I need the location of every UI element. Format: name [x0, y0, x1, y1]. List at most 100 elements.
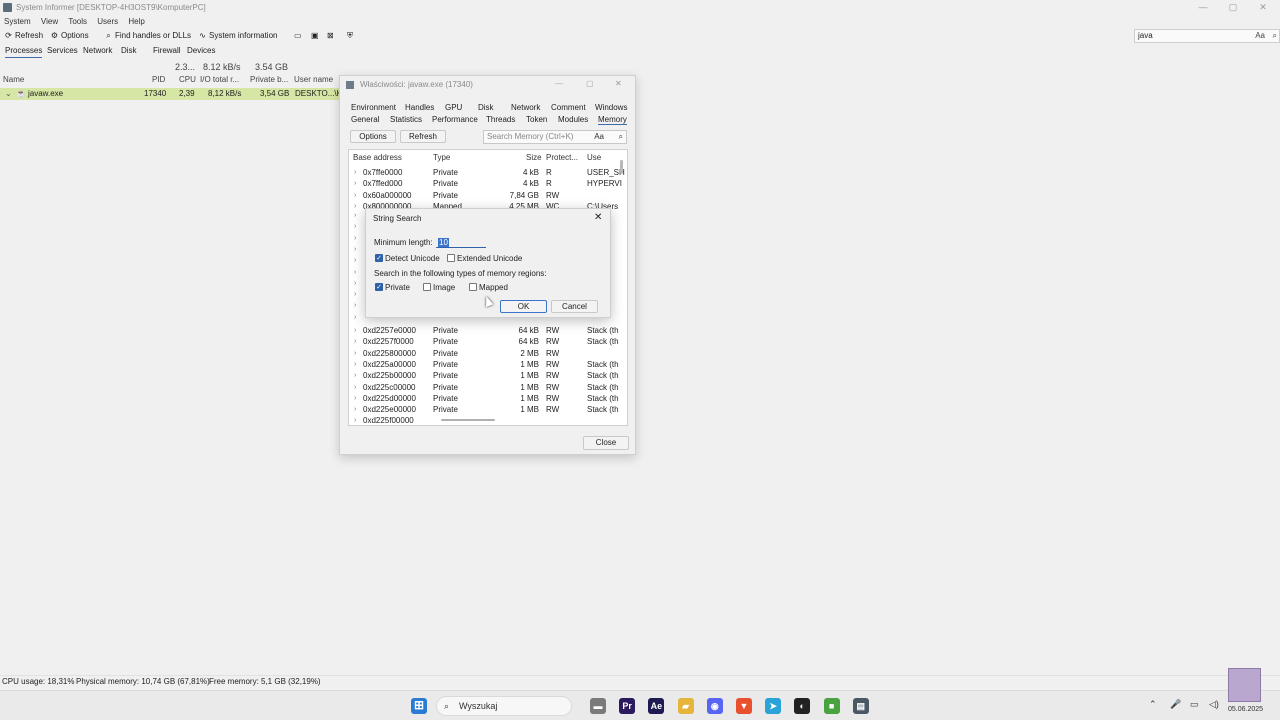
microphone-icon[interactable]: 🎤: [1170, 699, 1181, 710]
private-checkbox[interactable]: ✓: [375, 283, 383, 291]
match-case-toggle[interactable]: Aa: [1255, 30, 1265, 42]
memory-row[interactable]: › 0xd225a00000 Private 1 MB RW Stack (th: [349, 359, 619, 370]
memory-row[interactable]: › 0x7ffed000 Private 4 kB R HYPERVI: [349, 178, 622, 189]
options-button[interactable]: ⚙ Options: [50, 29, 89, 43]
tab-modules[interactable]: Modules: [558, 115, 588, 124]
menu-tools[interactable]: Tools: [64, 15, 91, 28]
ok-button[interactable]: OK: [500, 300, 547, 313]
chevron-right-icon[interactable]: ›: [354, 280, 356, 287]
close-button[interactable]: Close: [583, 436, 629, 450]
chevron-right-icon[interactable]: ›: [354, 404, 356, 415]
app-black-icon[interactable]: ◐: [794, 698, 811, 714]
chevron-right-icon[interactable]: ›: [354, 178, 356, 189]
memory-search-input[interactable]: Search Memory (Ctrl+K) Aa ⌕: [483, 130, 627, 144]
tab-threads[interactable]: Threads: [486, 115, 515, 124]
explorer-icon[interactable]: ▬: [590, 698, 606, 714]
clock-date[interactable]: 05.06.2025: [1228, 706, 1263, 713]
chevron-right-icon[interactable]: ›: [354, 269, 356, 276]
tab-token[interactable]: Token: [526, 115, 547, 124]
refresh-button[interactable]: ⟳ Refresh: [4, 29, 43, 43]
match-case-toggle[interactable]: Aa: [594, 131, 604, 143]
column-pid[interactable]: PID: [152, 75, 165, 84]
tab-disk[interactable]: Disk: [478, 103, 494, 112]
chevron-right-icon[interactable]: ›: [354, 359, 356, 370]
chevron-right-icon[interactable]: ›: [354, 257, 356, 264]
chevron-right-icon[interactable]: ›: [354, 382, 356, 393]
maximize-icon[interactable]: ▢: [1220, 0, 1246, 15]
column-private[interactable]: Private b...: [250, 75, 288, 84]
chevron-right-icon[interactable]: ›: [354, 336, 356, 347]
tab-environment[interactable]: Environment: [351, 103, 396, 112]
taskbar-search[interactable]: ⌕ Wyszukaj: [436, 696, 572, 716]
min-length-input[interactable]: 10: [436, 237, 486, 248]
close-icon[interactable]: ✕: [594, 212, 602, 223]
detect-unicode-checkbox[interactable]: ✓: [375, 254, 383, 262]
tab-gpu[interactable]: GPU: [445, 103, 462, 112]
chevron-right-icon[interactable]: ›: [354, 325, 356, 336]
menu-view[interactable]: View: [37, 15, 62, 28]
memory-row[interactable]: › 0xd225e00000 Private 1 MB RW Stack (th: [349, 404, 619, 415]
column-name[interactable]: Name: [3, 75, 24, 84]
search-icon[interactable]: ⌕: [1273, 30, 1277, 42]
memory-row[interactable]: › 0xd2257e0000 Private 64 kB RW Stack (th: [349, 325, 619, 336]
chevron-right-icon[interactable]: ›: [354, 291, 356, 298]
refresh-button[interactable]: Refresh: [400, 130, 446, 143]
tab-network[interactable]: Network: [83, 45, 112, 57]
memory-row[interactable]: › 0xd2257f0000 Private 64 kB RW Stack (th: [349, 336, 619, 347]
after-effects-icon[interactable]: Ae: [648, 698, 665, 714]
chevron-right-icon[interactable]: ›: [354, 212, 356, 219]
minimize-icon[interactable]: —: [1190, 0, 1216, 15]
tab-windows[interactable]: Windows: [595, 103, 627, 112]
chevron-right-icon[interactable]: ›: [354, 393, 356, 404]
memory-row[interactable]: › 0xd225b00000 Private 1 MB RW Stack (th: [349, 370, 619, 381]
menu-system[interactable]: System: [0, 15, 35, 28]
shield-icon[interactable]: ⛨: [347, 29, 353, 43]
chevron-right-icon[interactable]: ›: [354, 167, 356, 178]
premiere-icon[interactable]: Pr: [619, 698, 636, 714]
close-icon[interactable]: ✕: [615, 79, 622, 88]
extended-unicode-checkbox[interactable]: [447, 254, 455, 262]
maximize-icon[interactable]: ▢: [586, 79, 594, 88]
tab-disk[interactable]: Disk: [121, 45, 137, 57]
find-handles-button[interactable]: ⌕ Find handles or DLLs: [104, 29, 191, 43]
cancel-button[interactable]: Cancel: [551, 300, 598, 313]
memory-row[interactable]: › 0xd225d00000 Private 1 MB RW Stack (th: [349, 393, 619, 404]
system-information-button[interactable]: ∿ System information: [198, 29, 277, 43]
image-checkbox[interactable]: [423, 283, 431, 291]
close-window-icon[interactable]: ⊠: [327, 29, 334, 43]
folder-icon[interactable]: ▰: [677, 698, 694, 714]
vertical-scrollbar[interactable]: [620, 160, 623, 174]
start-windows-icon[interactable]: ⊞: [411, 698, 427, 714]
column-io[interactable]: I/O total r...: [200, 75, 239, 84]
minimize-icon[interactable]: —: [555, 79, 563, 88]
memory-row[interactable]: › 0xd225c00000 Private 1 MB RW Stack (th: [349, 382, 619, 393]
column-cpu[interactable]: CPU: [179, 75, 196, 84]
chevron-right-icon[interactable]: ›: [354, 302, 356, 309]
speaker-icon[interactable]: ◁): [1209, 699, 1219, 710]
system-informer-icon[interactable]: ▤: [852, 698, 869, 714]
chevron-right-icon[interactable]: ›: [354, 348, 356, 359]
menu-help[interactable]: Help: [124, 15, 148, 28]
menu-users[interactable]: Users: [93, 15, 122, 28]
tab-comment[interactable]: Comment: [551, 103, 586, 112]
tab-statistics[interactable]: Statistics: [390, 115, 422, 124]
tab-processes[interactable]: Processes: [5, 45, 43, 58]
chevron-right-icon[interactable]: ›: [354, 201, 356, 212]
window-icon[interactable]: ▭: [294, 29, 302, 43]
memory-row[interactable]: › 0x60a000000 Private 7,84 GB RW: [349, 190, 619, 201]
column-protection[interactable]: Protect...: [546, 153, 578, 162]
chevron-up-icon[interactable]: ⌃: [1149, 699, 1157, 710]
chevron-right-icon[interactable]: ›: [354, 223, 356, 230]
minecraft-icon[interactable]: ■: [823, 698, 840, 714]
close-icon[interactable]: ✕: [1250, 0, 1276, 15]
chevron-right-icon[interactable]: ›: [354, 370, 356, 381]
tab-memory[interactable]: Memory: [598, 115, 627, 125]
chevron-right-icon[interactable]: ›: [354, 246, 356, 253]
column-size[interactable]: Size: [526, 153, 542, 162]
column-base-address[interactable]: Base address: [353, 153, 402, 162]
tab-firewall[interactable]: Firewall: [153, 45, 181, 57]
tab-network[interactable]: Network: [511, 103, 540, 112]
tab-handles[interactable]: Handles: [405, 103, 434, 112]
telegram-icon[interactable]: ➤: [765, 698, 782, 714]
horizontal-scrollbar[interactable]: [441, 419, 495, 421]
